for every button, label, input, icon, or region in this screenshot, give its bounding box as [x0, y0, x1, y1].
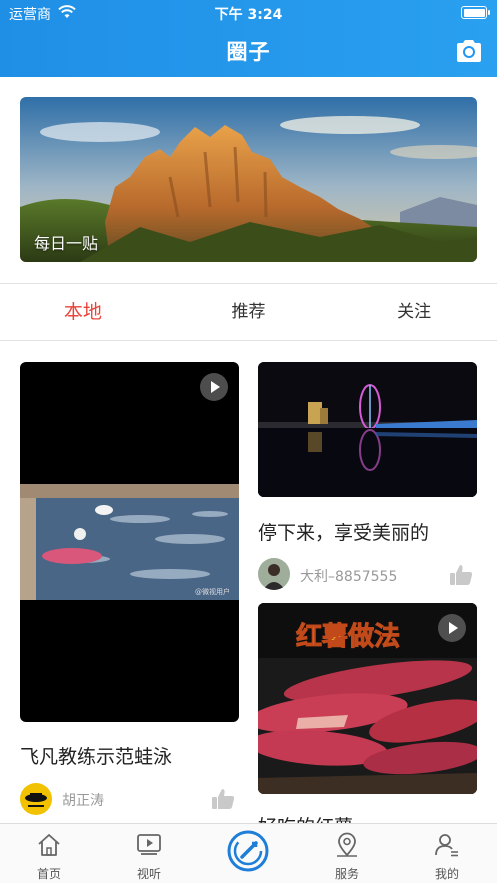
pool-image: @微视用户 [20, 484, 239, 600]
tabbar-item-profile[interactable]: 我的 [417, 824, 477, 883]
tab-recommend[interactable]: 推荐 [166, 284, 332, 340]
tabbar-label: 首页 [36, 867, 61, 881]
status-bar: 运营商 下午 3:24 [0, 0, 497, 26]
home-icon [38, 834, 60, 856]
location-icon [337, 832, 357, 857]
tabbar-label: 视听 [136, 867, 161, 881]
play-icon[interactable] [200, 373, 228, 401]
avatar[interactable] [258, 558, 290, 590]
avatar[interactable] [20, 783, 52, 815]
play-icon[interactable] [438, 614, 466, 642]
daily-post-banner[interactable]: 每日一贴 [20, 97, 477, 262]
card-title[interactable]: 飞凡教练示范蛙泳 [20, 742, 239, 769]
card-title[interactable]: 停下来，享受美丽的 [258, 518, 477, 545]
tabbar-item-service[interactable]: 服务 [317, 824, 377, 883]
page-title: 圈子 [226, 40, 271, 64]
battery-icon [461, 6, 490, 19]
top-header: 运营商 下午 3:24 圈子 [0, 0, 497, 77]
circle-center-icon[interactable] [226, 829, 270, 873]
status-time: 下午 3:24 [214, 7, 283, 23]
swimming-video-thumbnail[interactable]: @微视用户 [20, 362, 239, 722]
video-overlay-text: 红薯做法 [296, 621, 400, 652]
thumbs-up-icon[interactable] [449, 564, 473, 586]
tabbar-label: 服务 [334, 867, 359, 881]
profile-icon [435, 834, 458, 857]
night-bridge-image [258, 362, 477, 497]
author-name[interactable]: 大利–8857555 [300, 566, 397, 586]
thumbs-up-icon[interactable] [211, 788, 235, 810]
video-watermark: @微视用户 [195, 587, 230, 596]
tabbar-item-video[interactable]: 视听 [119, 824, 179, 883]
tabbar-label: 我的 [434, 867, 459, 881]
feed-tabs: 本地 推荐 关注 [0, 283, 497, 341]
tab-local[interactable]: 本地 [0, 284, 166, 340]
sweet-potato-video-thumbnail[interactable]: 红薯做法 [258, 603, 477, 794]
bottom-tab-bar: 首页 视听 服务 我的 [0, 823, 497, 883]
bridge-photo-thumbnail[interactable] [258, 362, 477, 497]
avatar-photo-icon [258, 558, 290, 590]
tabbar-item-home[interactable]: 首页 [19, 824, 79, 883]
video-icon [137, 834, 161, 855]
avatar-logo-icon [25, 793, 47, 807]
camera-icon[interactable] [455, 38, 483, 64]
banner-caption: 每日一贴 [34, 234, 99, 253]
tab-follow[interactable]: 关注 [331, 284, 497, 340]
author-name[interactable]: 胡正涛 [62, 790, 104, 810]
